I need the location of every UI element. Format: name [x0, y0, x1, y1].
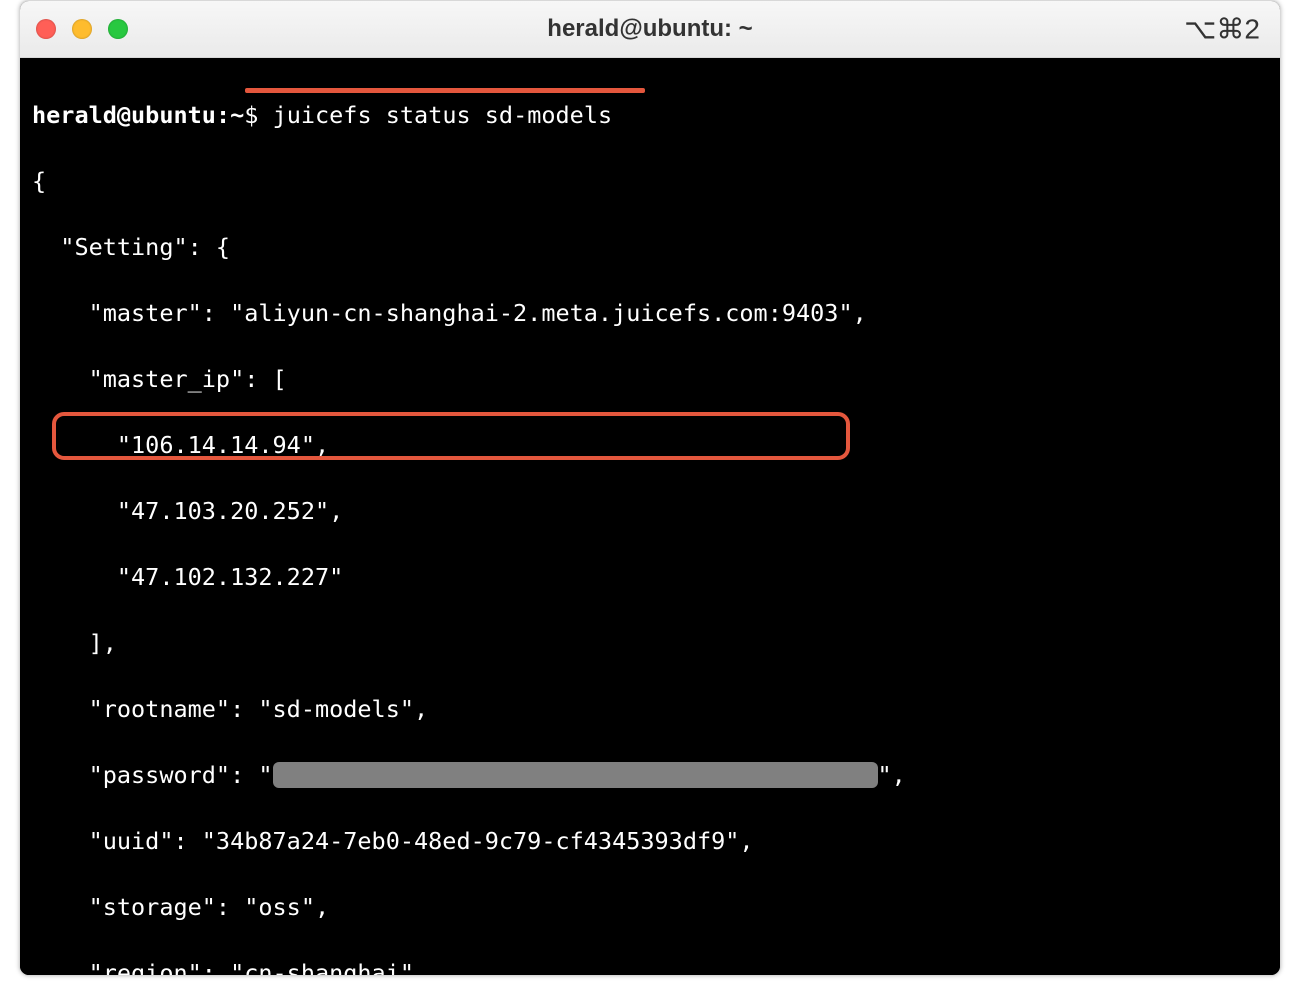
window-shortcut: ⌥⌘2 — [1184, 13, 1260, 46]
out-rootname: "rootname": "sd-models", — [32, 693, 1264, 726]
redacted-password — [273, 762, 878, 788]
command-text: juicefs status sd-models — [273, 101, 613, 129]
out-storage: "storage": "oss", — [32, 891, 1264, 924]
out-ip2: "47.103.20.252", — [32, 495, 1264, 528]
close-icon[interactable] — [36, 19, 56, 39]
out-ip1: "106.14.14.94", — [32, 429, 1264, 462]
window-title: herald@ubuntu: ~ — [20, 15, 1280, 43]
out-master: "master": "aliyun-cn-shanghai-2.meta.jui… — [32, 297, 1264, 330]
out-password: "password": "", — [32, 759, 1264, 792]
out-ip3: "47.102.132.227" — [32, 561, 1264, 594]
out-master-ip-close: ], — [32, 627, 1264, 660]
out-setting-open: "Setting": { — [32, 231, 1264, 264]
terminal-window: herald@ubuntu: ~ ⌥⌘2 herald@ubuntu:~$ ju… — [19, 0, 1281, 976]
prompt-user: herald@ubuntu — [32, 101, 216, 129]
titlebar: herald@ubuntu: ~ ⌥⌘2 — [20, 1, 1280, 58]
out-uuid: "uuid": "34b87a24-7eb0-48ed-9c79-cf43453… — [32, 825, 1264, 858]
maximize-icon[interactable] — [108, 19, 128, 39]
prompt-symbol: $ — [244, 101, 258, 129]
terminal-body[interactable]: herald@ubuntu:~$ juicefs status sd-model… — [20, 58, 1280, 975]
prompt-sep: : — [216, 101, 230, 129]
minimize-icon[interactable] — [72, 19, 92, 39]
prompt-path: ~ — [230, 101, 244, 129]
out-master-ip-open: "master_ip": [ — [32, 363, 1264, 396]
out-open-brace: { — [32, 165, 1264, 198]
out-region: "region": "cn-shanghai", — [32, 957, 1264, 976]
annotation-underline — [245, 88, 645, 93]
prompt-line: herald@ubuntu:~$ juicefs status sd-model… — [32, 99, 1264, 132]
window-controls — [36, 19, 128, 39]
